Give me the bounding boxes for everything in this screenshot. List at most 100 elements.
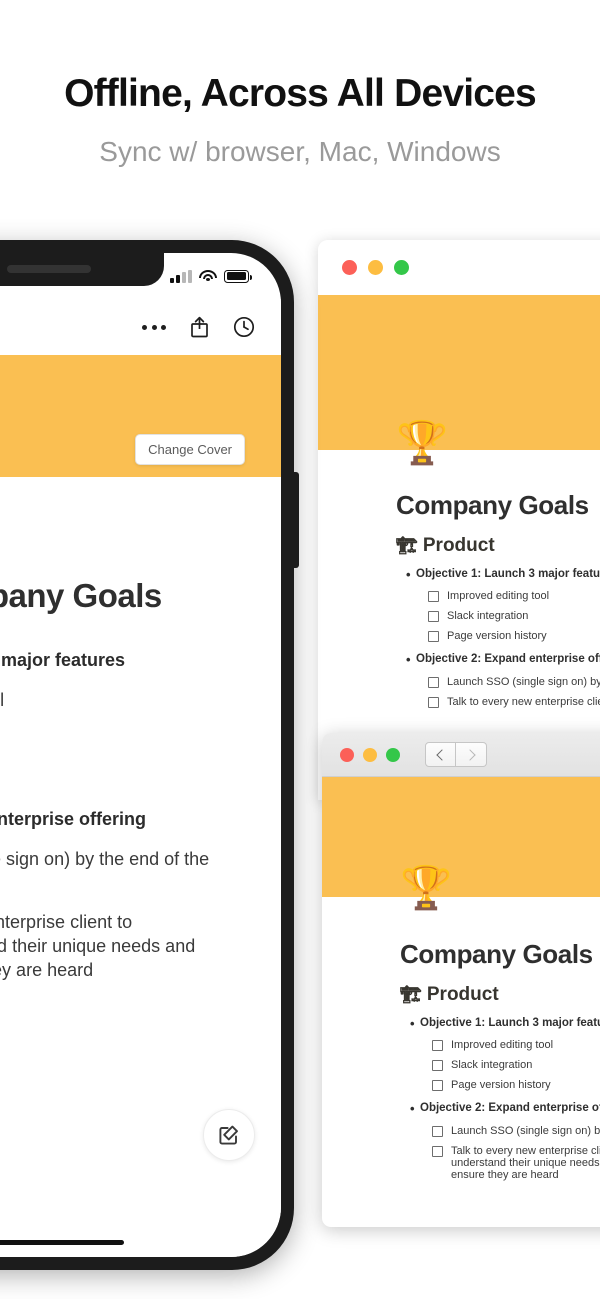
close-button[interactable]	[340, 747, 354, 762]
page-title: Company Goals	[0, 577, 162, 614]
page-title: Company Goals	[396, 490, 589, 520]
bullet-icon: •	[406, 652, 411, 668]
page-cover-image[interactable]: Change Cover	[0, 355, 281, 477]
list-item[interactable]: • Objective 1: Launch 3 major features	[322, 1016, 600, 1031]
section-heading: 🏗 Product	[318, 535, 600, 557]
checkbox-icon[interactable]	[428, 696, 439, 708]
phone-notch	[0, 253, 164, 286]
cellular-signal-icon	[170, 269, 192, 283]
promo-screenshot: Offline, Across All Devices Sync w/ brow…	[0, 0, 600, 1299]
list-item[interactable]: • Objective 1: Launch 3 major features	[318, 567, 600, 582]
section-heading-label: Product	[426, 984, 499, 1005]
bullet-icon: •	[406, 567, 411, 582]
list-item[interactable]: Launch 3 major features	[0, 649, 217, 673]
list-item[interactable]: Improved editing tool	[318, 590, 600, 603]
checkbox-icon[interactable]	[428, 676, 439, 688]
close-button[interactable]	[342, 260, 357, 275]
list-item[interactable]: Slack integration	[322, 1059, 600, 1072]
list-item-label: Launch SSO (single sign on) by the end o…	[447, 675, 600, 688]
section-heading: 🏗 Product	[322, 984, 600, 1006]
list-item-label: Slack integration	[447, 610, 529, 623]
battery-full-icon	[224, 269, 252, 283]
checkbox-icon[interactable]	[432, 1145, 443, 1157]
list-item-label: Slack integration	[451, 1059, 533, 1072]
list-item-label: Improved editing tool	[447, 590, 550, 603]
compose-button[interactable]	[203, 1109, 255, 1161]
crane-icon: 🏗	[396, 536, 418, 555]
list-item[interactable]: Talk to every new enterprise client to u…	[322, 1145, 600, 1181]
crane-icon: 🏗	[400, 985, 422, 1004]
zoom-button[interactable]	[394, 260, 409, 275]
trophy-icon[interactable]: 🏆	[400, 867, 452, 909]
page-body: 🏆 Company Goals 🏗 Product • Objective 1:…	[322, 867, 600, 1181]
page-title: Company Goals	[400, 939, 593, 969]
home-indicator	[0, 1240, 124, 1245]
navigation-buttons	[425, 742, 487, 767]
list-item[interactable]: ery new enterprise client to understand …	[0, 911, 217, 982]
list-item[interactable]: Page version history	[318, 630, 600, 643]
page-cover-image[interactable]	[322, 777, 600, 897]
phone-screen: 🏆 Compa...	[0, 253, 281, 1257]
list-item[interactable]: SO (single sign on) by the end of the ye…	[0, 848, 217, 896]
list-item[interactable]: Slack integration	[318, 610, 600, 623]
checkbox-icon[interactable]	[428, 591, 439, 603]
list-item[interactable]: • Objective 2: Expand enterprise offerin…	[322, 1101, 600, 1117]
list-item[interactable]: ion history	[0, 768, 217, 792]
bullet-icon: •	[410, 1101, 415, 1117]
history-clock-icon[interactable]	[233, 316, 255, 338]
list-item-label: Objective 2: Expand enterprise offering	[416, 653, 600, 666]
checkbox-icon[interactable]	[432, 1060, 443, 1072]
checkbox-icon[interactable]	[428, 631, 439, 643]
list-item[interactable]: Launch SSO (single sign on) by the end o…	[322, 1125, 600, 1137]
list-item[interactable]: • Objective 2: Expand enterprise offerin…	[318, 652, 600, 668]
phone-mockup: 🏆 Compa...	[0, 240, 299, 1270]
list-item-label: Page version history	[447, 630, 547, 643]
browser-window[interactable]: 🏆 Company Goals 🏗 Product • Objective 1:…	[318, 240, 600, 800]
mac-app-titlebar	[322, 733, 600, 777]
bullet-icon: •	[410, 1016, 415, 1031]
list-item[interactable]: Improved editing tool	[322, 1039, 600, 1052]
chevron-left-icon	[436, 748, 448, 761]
phone-side-button[interactable]	[293, 472, 299, 568]
page-body: 🏆 Company Goals 🏗 Product • Objective 1:…	[318, 422, 600, 708]
forward-button[interactable]	[456, 742, 487, 767]
minimize-button[interactable]	[368, 260, 383, 275]
change-cover-button[interactable]: Change Cover	[135, 434, 245, 465]
list-item-label: Objective 1: Launch 3 major features	[420, 1017, 600, 1029]
share-icon[interactable]	[190, 316, 209, 338]
compose-icon	[219, 1125, 238, 1145]
list-item[interactable]: Talk to every new enterprise client to	[318, 696, 600, 708]
list-item[interactable]: editing tool	[0, 689, 217, 713]
chevron-right-icon	[463, 748, 476, 761]
page-cover-image[interactable]	[318, 295, 600, 450]
list-item-label: Talk to every new enterprise client to	[447, 695, 600, 708]
phone-app-toolbar: 🏆 Compa...	[0, 299, 281, 355]
mac-app-window[interactable]: 🏆 Company Goals 🏗 Product • Objective 1:…	[322, 733, 600, 1227]
wifi-icon	[199, 269, 217, 283]
minimize-button[interactable]	[363, 747, 377, 762]
list-item[interactable]: Page version history	[322, 1079, 600, 1092]
more-options-icon[interactable]	[142, 324, 166, 330]
list-item-label: Objective 2: Expand enterprise offering	[420, 1102, 600, 1115]
list-item-label: Page version history	[451, 1079, 551, 1092]
list-item-label: Launch SSO (single sign on) by the end o…	[451, 1124, 600, 1137]
phone-list: Launch 3 major features editing tool gra…	[0, 615, 281, 983]
checkbox-icon[interactable]	[432, 1040, 443, 1052]
checkbox-icon[interactable]	[432, 1080, 443, 1092]
page-subheadline: Sync w/ browser, Mac, Windows	[99, 136, 501, 167]
phone-page-content: Change Cover Company Goals Launch 3 majo…	[0, 355, 281, 1257]
list-item[interactable]: Expand enterprise offering	[0, 808, 217, 832]
checkbox-icon[interactable]	[432, 1125, 443, 1137]
list-item-label: Talk to every new enterprise client to u…	[451, 1144, 600, 1181]
list-item-label: Objective 1: Launch 3 major features	[416, 568, 600, 580]
zoom-button[interactable]	[386, 747, 400, 762]
list-item-label: Improved editing tool	[451, 1039, 554, 1052]
checkbox-icon[interactable]	[428, 611, 439, 623]
back-button[interactable]	[425, 742, 456, 767]
list-item[interactable]: gration	[0, 729, 217, 753]
section-heading-label: Product	[422, 535, 495, 556]
page-headline: Offline, Across All Devices	[64, 72, 537, 115]
phone-speaker	[7, 265, 91, 273]
list-item[interactable]: Launch SSO (single sign on) by the end o…	[318, 676, 600, 688]
trophy-icon[interactable]: 🏆	[396, 422, 448, 464]
